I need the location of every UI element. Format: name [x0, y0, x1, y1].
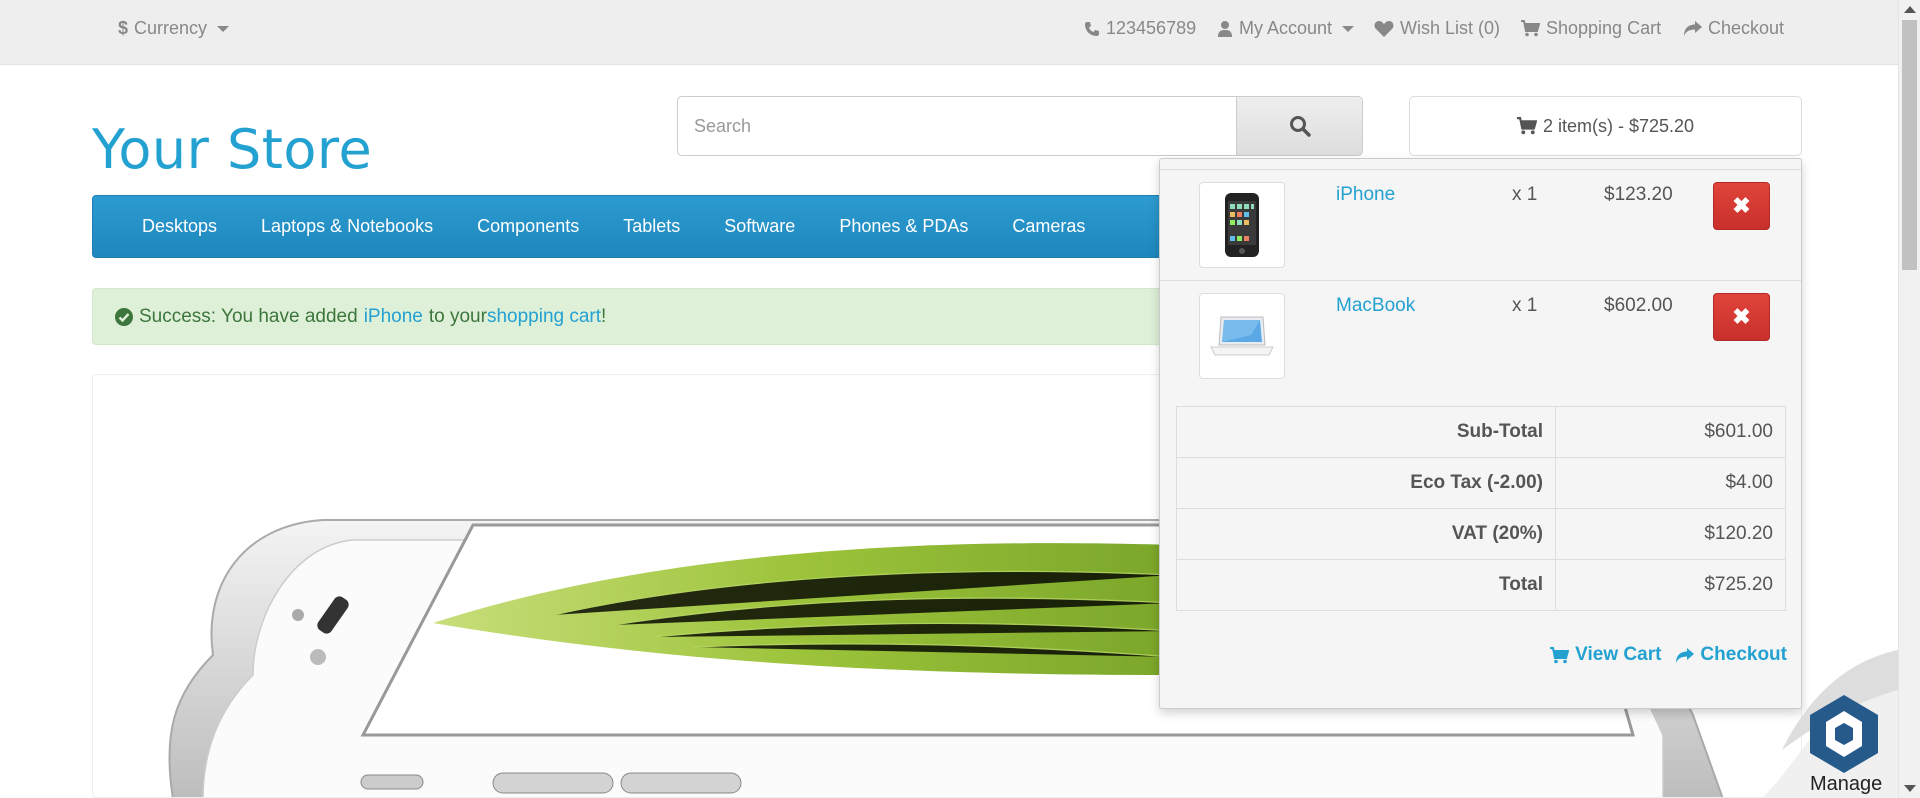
my-account-dropdown[interactable]: My Account	[1217, 18, 1355, 39]
scroll-up-icon[interactable]	[1904, 6, 1916, 13]
nav-item-tablets[interactable]: Tablets	[601, 216, 702, 237]
totals-row: Sub-Total $601.00	[1176, 406, 1786, 458]
totals-value: $120.20	[1555, 508, 1786, 560]
wishlist-label: Wish List (0)	[1400, 18, 1501, 38]
totals-row: Eco Tax (-2.00) $4.00	[1176, 457, 1786, 509]
totals-row: Total $725.20	[1176, 559, 1786, 611]
cart-icon	[1516, 117, 1537, 135]
cart-summary: 2 item(s) - $725.20	[1542, 115, 1695, 136]
remove-item-button[interactable]: ✖	[1713, 182, 1770, 230]
top-bar: $ Currency 123456789 My Account Wish Lis…	[0, 0, 1898, 65]
macbook-thumbnail-image	[1210, 316, 1274, 356]
checkout-link[interactable]: Checkout	[1683, 18, 1784, 39]
share-arrow-icon	[1676, 647, 1695, 663]
alert-prefix: Success: You have added	[139, 305, 358, 327]
search-button[interactable]	[1237, 96, 1363, 156]
close-icon: ✖	[1732, 304, 1751, 329]
phone-link[interactable]: 123456789	[1084, 18, 1196, 39]
cart-icon	[1521, 20, 1540, 37]
cart-icon	[1550, 646, 1570, 663]
nav-item-desktops[interactable]: Desktops	[120, 216, 239, 237]
cart-item-qty: x 1	[1512, 295, 1538, 316]
chevron-down-icon	[217, 25, 230, 32]
cart-button[interactable]: 2 item(s) - $725.20	[1409, 96, 1802, 156]
view-cart-link[interactable]: View Cart	[1550, 644, 1661, 666]
view-cart-label: View Cart	[1575, 644, 1662, 665]
cart-item-qty: x 1	[1512, 184, 1538, 205]
store-logo[interactable]: Your Store	[92, 118, 372, 181]
cart-item-price: $602.00	[1604, 295, 1673, 316]
iphone-thumbnail-image	[1225, 193, 1259, 257]
share-arrow-icon	[1684, 21, 1702, 36]
cart-item-row: MacBook x 1 $602.00 ✖	[1160, 280, 1801, 391]
totals-row: VAT (20%) $120.20	[1176, 508, 1786, 560]
scroll-thumb[interactable]	[1902, 20, 1917, 270]
nav-item-components[interactable]: Components	[455, 216, 601, 237]
shopping-cart-link[interactable]: Shopping Cart	[1521, 18, 1661, 39]
shopping-cart-label: Shopping Cart	[1546, 18, 1662, 38]
alert-middle: to your	[428, 305, 487, 327]
product-thumbnail[interactable]	[1199, 182, 1285, 268]
checkout-label: Checkout	[1708, 18, 1785, 38]
page-scrollbar[interactable]	[1898, 0, 1920, 798]
totals-label: Total	[1176, 559, 1556, 611]
nav-item-cameras[interactable]: Cameras	[990, 216, 1107, 237]
manage-label[interactable]: Manage	[1810, 773, 1882, 796]
chevron-down-icon	[1342, 25, 1355, 32]
user-icon	[1218, 21, 1232, 37]
search-icon	[1289, 116, 1311, 137]
my-account-label: My Account	[1239, 18, 1333, 38]
wishlist-link[interactable]: Wish List (0)	[1374, 18, 1500, 39]
cart-item-name[interactable]: iPhone	[1336, 184, 1395, 206]
cart-item-name[interactable]: MacBook	[1336, 295, 1415, 317]
totals-value: $725.20	[1555, 559, 1786, 611]
phone-icon	[1085, 21, 1099, 36]
alert-suffix: !	[601, 305, 607, 327]
heart-icon	[1374, 21, 1394, 37]
remove-item-button[interactable]: ✖	[1713, 293, 1770, 341]
search-bar	[677, 96, 1363, 156]
nav-item-laptops-notebooks[interactable]: Laptops & Notebooks	[239, 216, 455, 237]
cart-item-price: $123.20	[1604, 184, 1673, 205]
close-icon: ✖	[1732, 193, 1751, 218]
alert-cart-link[interactable]: shopping cart	[487, 306, 601, 328]
check-circle-icon	[115, 307, 133, 326]
product-thumbnail[interactable]	[1199, 293, 1285, 379]
totals-value: $601.00	[1555, 406, 1786, 458]
alert-product-link[interactable]: iPhone	[364, 306, 423, 328]
scroll-down-icon[interactable]	[1904, 785, 1916, 792]
dollar-icon: $	[118, 18, 129, 38]
totals-label: Eco Tax (-2.00)	[1176, 457, 1556, 509]
search-input[interactable]	[677, 96, 1237, 156]
totals-label: Sub-Total	[1176, 406, 1556, 458]
currency-label: Currency	[134, 18, 208, 38]
totals-value: $4.00	[1555, 457, 1786, 509]
totals-label: VAT (20%)	[1176, 508, 1556, 560]
cart-totals-table: Sub-Total $601.00 Eco Tax (-2.00) $4.00 …	[1176, 406, 1786, 611]
cart-actions: View Cart Checkout	[1550, 644, 1787, 666]
cart-dropdown: iPhone x 1 $123.20 ✖ MacBook x 1 $602.00…	[1159, 158, 1802, 709]
nav-item-phones-pdas[interactable]: Phones & PDAs	[817, 216, 990, 237]
cart-item-row: iPhone x 1 $123.20 ✖	[1160, 169, 1801, 280]
nav-item-software[interactable]: Software	[702, 216, 817, 237]
phone-number: 123456789	[1106, 18, 1197, 38]
currency-dropdown[interactable]: $ Currency	[118, 18, 230, 39]
